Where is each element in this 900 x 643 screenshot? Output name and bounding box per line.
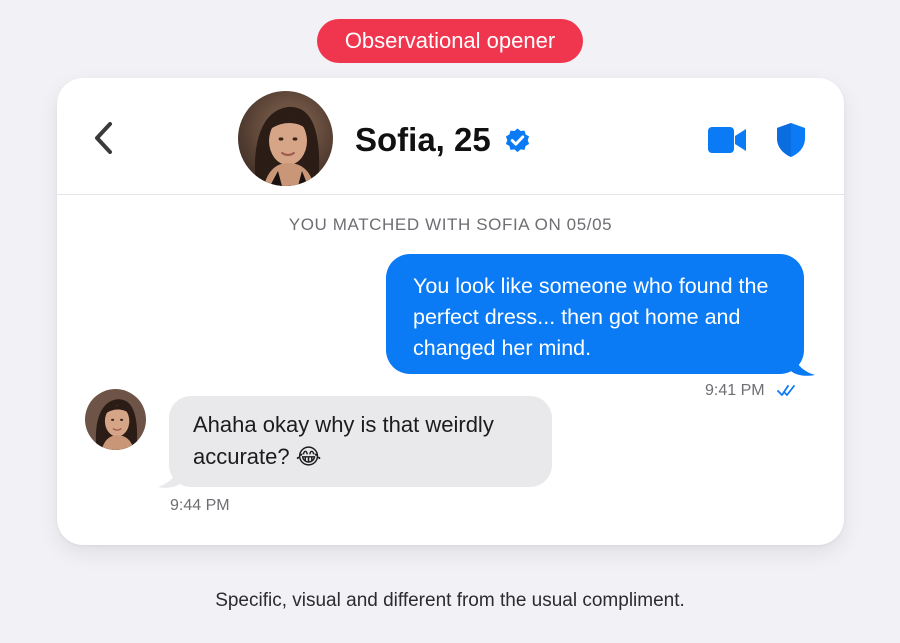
slide: Observational opener Sofia, 25 YOU MATCH… [0, 0, 900, 643]
profile-photo [238, 91, 333, 186]
slide-caption: Specific, visual and different from the … [215, 590, 685, 611]
incoming-message-bubble[interactable]: Ahaha okay why is that weirdly accurate?… [169, 396, 552, 487]
back-chevron-icon[interactable] [91, 120, 117, 156]
verified-badge-icon [505, 127, 529, 152]
double-check-read-icon [777, 385, 795, 396]
sender-photo [85, 389, 146, 450]
video-call-icon[interactable] [708, 126, 747, 154]
match-date-note: YOU MATCHED WITH SOFIA ON 05/05 [288, 215, 613, 234]
shield-icon[interactable] [776, 122, 806, 158]
outgoing-message-bubble[interactable]: You look like someone who found the perf… [386, 254, 804, 374]
outgoing-bubble-tail [791, 347, 815, 376]
outgoing-timestamp: 9:41 PM [705, 382, 765, 399]
opener-type-tag: Observational opener [317, 19, 583, 63]
profile-avatar[interactable] [238, 91, 333, 186]
chat-card: Sofia, 25 YOU MATCHED WITH SOFIA ON 05/0… [57, 78, 844, 545]
sender-avatar[interactable] [85, 389, 146, 450]
chat-header: Sofia, 25 [57, 78, 844, 195]
profile-name: Sofia, 25 [355, 121, 491, 158]
profile-title[interactable]: Sofia, 25 [355, 118, 531, 162]
incoming-timestamp: 9:44 PM [170, 497, 230, 514]
